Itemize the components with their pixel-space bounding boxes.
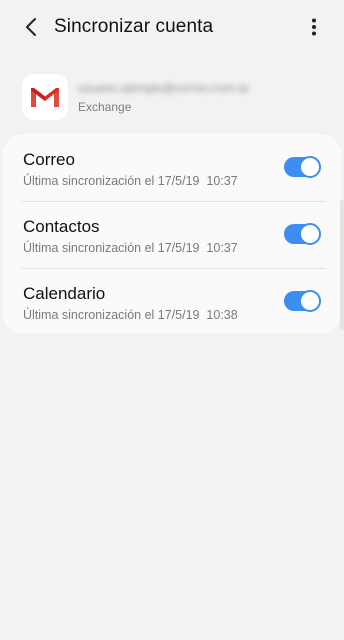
sync-item-label: Correo [23,150,75,169]
sync-item-last-sync: Última sincronización el 17/5/19 10:38 [23,308,238,322]
more-options-button[interactable] [302,14,326,40]
more-vert-icon [312,18,316,36]
sync-row-calendario[interactable]: Calendario Última sincronización el 17/5… [2,268,342,335]
sync-account-screen: Sincronizar cuenta usuario.ejemplo@corre… [0,0,344,640]
account-header: usuario.ejemplo@correo.com.ar Exchange [22,72,322,122]
toggle-calendario[interactable] [284,290,321,312]
sync-item-label: Calendario [23,284,106,303]
back-arrow-icon [26,18,36,36]
toggle-correo[interactable] [284,156,321,178]
scrollbar[interactable] [340,200,344,330]
app-bar: Sincronizar cuenta [0,0,344,56]
toggle-knob [299,290,321,312]
toggle-knob [299,223,321,245]
sync-item-last-sync: Última sincronización el 17/5/19 10:37 [23,174,238,188]
sync-row-contactos[interactable]: Contactos Última sincronización el 17/5/… [2,201,342,268]
sync-settings-card: Correo Última sincronización el 17/5/19 … [2,134,342,334]
sync-item-last-sync: Última sincronización el 17/5/19 10:37 [23,241,238,255]
page-title: Sincronizar cuenta [54,16,214,37]
toggle-contactos[interactable] [284,223,321,245]
gmail-icon [22,74,68,120]
back-button[interactable] [18,14,44,40]
account-type: Exchange [78,100,132,114]
toggle-knob [299,156,321,178]
sync-row-correo[interactable]: Correo Última sincronización el 17/5/19 … [2,134,342,201]
sync-item-label: Contactos [23,217,100,236]
account-email: usuario.ejemplo@correo.com.ar [78,81,249,95]
